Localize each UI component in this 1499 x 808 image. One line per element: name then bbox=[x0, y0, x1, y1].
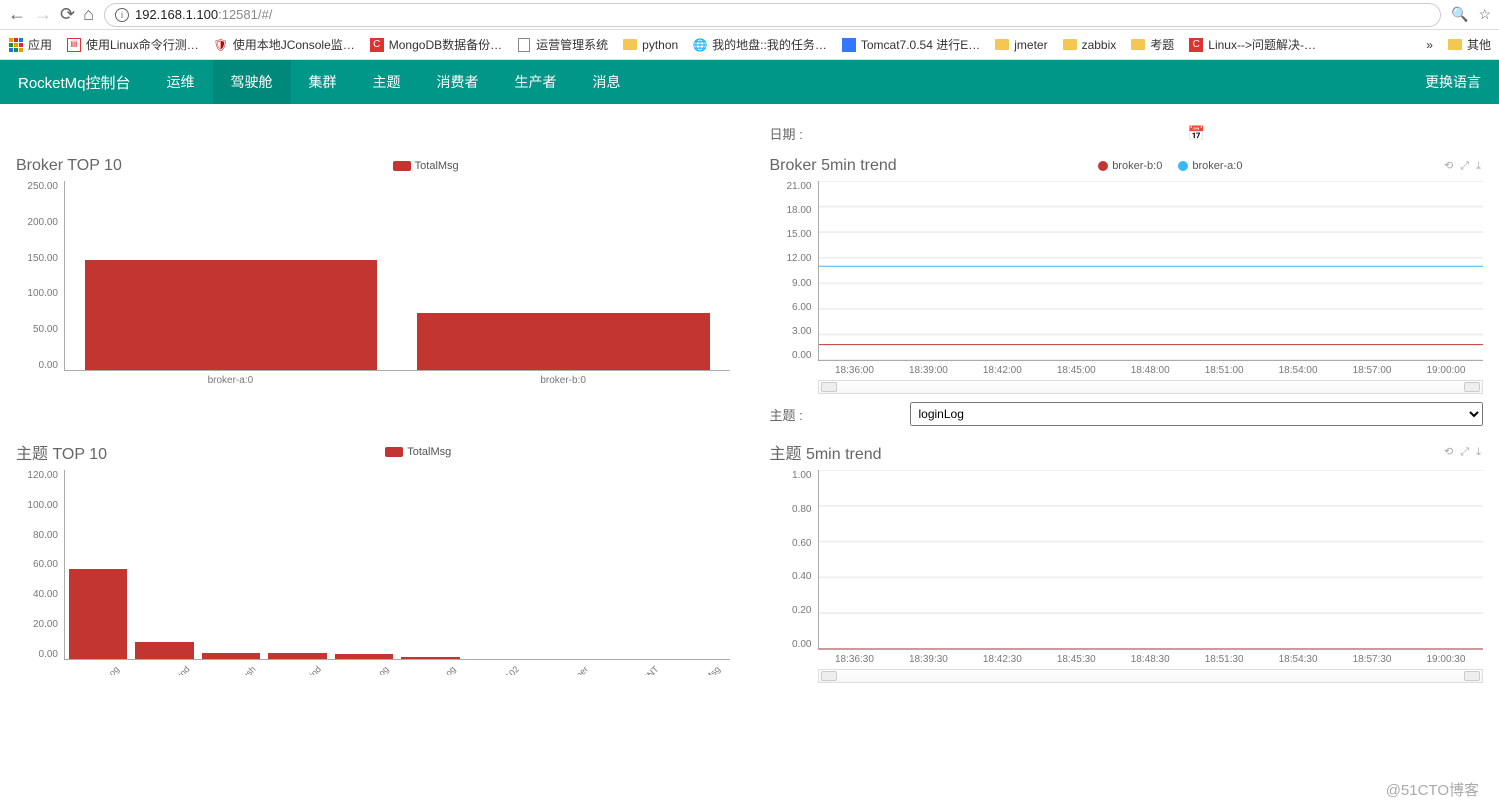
chart-tools[interactable]: ⟲ ⤢ ⤓ bbox=[1444, 445, 1483, 459]
nav-item-5[interactable]: 生产者 bbox=[497, 60, 575, 104]
bookmark-item[interactable]: zabbix bbox=[1062, 36, 1117, 53]
date-label: 日期 : bbox=[770, 124, 910, 143]
bookmark-item[interactable]: 运营管理系统 bbox=[516, 36, 608, 53]
address-bar[interactable]: i 192.168.1.100:12581/#/ bbox=[104, 3, 1441, 27]
lang-switch[interactable]: 更换语言 bbox=[1407, 60, 1499, 104]
nav-back-icon[interactable]: ← bbox=[8, 4, 26, 25]
other-bookmarks[interactable]: 其他 bbox=[1447, 36, 1491, 53]
bookmark-icon bbox=[622, 37, 638, 53]
bar[interactable] bbox=[335, 654, 393, 659]
bar[interactable] bbox=[202, 653, 260, 659]
panel-title: 主题 TOP 10 bbox=[16, 440, 107, 464]
panel-topic-trend: 主题 5min trend ⟲ ⤢ ⤓ 1.000.800.600.400.20… bbox=[770, 440, 1484, 687]
bookmark-icon: C bbox=[369, 37, 385, 53]
bar[interactable] bbox=[268, 653, 326, 659]
nav-home-icon[interactable]: ⌂ bbox=[83, 4, 94, 25]
bookmark-icon: C bbox=[1188, 37, 1204, 53]
bookmark-icon bbox=[516, 37, 532, 53]
panel-broker-trend: Broker 5min trend broker-b:0 broker-a:0 … bbox=[770, 157, 1484, 426]
nav-reload-icon[interactable]: ⟳ bbox=[60, 4, 75, 25]
url-rest: :12581/#/ bbox=[218, 7, 272, 22]
nav-item-4[interactable]: 消费者 bbox=[419, 60, 497, 104]
nav-item-3[interactable]: 主题 bbox=[355, 60, 419, 104]
app-brand: RocketMq控制台 bbox=[0, 72, 149, 93]
url-host: 192.168.1.100 bbox=[135, 7, 218, 22]
time-scrubber[interactable] bbox=[818, 380, 1484, 394]
panel-title: Broker TOP 10 bbox=[16, 157, 122, 175]
bar[interactable] bbox=[85, 260, 377, 370]
app-nav: RocketMq控制台 运维驾驶舱集群主题消费者生产者消息 更换语言 bbox=[0, 60, 1499, 104]
watermark: @51CTO博客 bbox=[1386, 779, 1479, 800]
bookmark-icon: 🌐 bbox=[692, 37, 708, 53]
bar[interactable] bbox=[417, 313, 709, 370]
apps-button[interactable]: 应用 bbox=[8, 36, 52, 53]
bar[interactable] bbox=[135, 642, 193, 659]
time-scrubber[interactable] bbox=[818, 669, 1484, 683]
panel-title: 主题 5min trend bbox=[770, 440, 882, 464]
bookmark-icon bbox=[1062, 37, 1078, 53]
bookmark-item[interactable]: CMongoDB数据备份… bbox=[369, 36, 502, 53]
bookmark-icon bbox=[1130, 37, 1146, 53]
bookmarks-more[interactable]: » bbox=[1426, 38, 1433, 52]
chart-tools[interactable]: ⟲ ⤢ ⤓ bbox=[1444, 159, 1483, 173]
bookmark-item[interactable]: 考题 bbox=[1130, 36, 1174, 53]
bookmark-item[interactable]: jmeter bbox=[994, 36, 1047, 53]
bookmark-icon bbox=[841, 37, 857, 53]
panel-broker-top: Broker TOP 10 TotalMsg 250.00200.00150.0… bbox=[16, 157, 730, 426]
topic-select-label: 主题 : bbox=[770, 405, 910, 424]
nav-item-6[interactable]: 消息 bbox=[575, 60, 639, 104]
bookmarks-bar: 应用 ▤使用Linux命令行测… 🛡使用本地JConsole监… CMongoDB数… bbox=[0, 30, 1499, 60]
bookmark-item[interactable]: 🌐我的地盘::我的任务… bbox=[692, 36, 827, 53]
nav-item-1[interactable]: 驾驶舱 bbox=[213, 60, 291, 104]
bar[interactable] bbox=[401, 657, 459, 659]
bar[interactable] bbox=[69, 569, 127, 659]
bookmark-item[interactable]: Tomcat7.0.54 进行E… bbox=[841, 36, 980, 53]
nav-item-2[interactable]: 集群 bbox=[291, 60, 355, 104]
bookmark-star-icon[interactable]: ☆ bbox=[1478, 6, 1491, 23]
nav-fwd-icon[interactable]: → bbox=[34, 4, 52, 25]
folder-icon bbox=[1448, 39, 1462, 50]
search-icon[interactable]: 🔍 bbox=[1451, 6, 1468, 23]
nav-item-0[interactable]: 运维 bbox=[149, 60, 213, 104]
bookmark-item[interactable]: python bbox=[622, 36, 678, 53]
topic-select[interactable]: loginLog bbox=[910, 402, 1484, 426]
bookmark-icon bbox=[994, 37, 1010, 53]
bookmark-item[interactable]: ▤使用Linux命令行测… bbox=[66, 36, 199, 53]
panel-title: Broker 5min trend bbox=[770, 157, 897, 175]
calendar-icon[interactable]: 📅 bbox=[1188, 125, 1205, 142]
bookmark-item[interactable]: CLinux-->问题解决-… bbox=[1188, 36, 1316, 53]
site-info-icon[interactable]: i bbox=[115, 8, 129, 22]
bookmark-item[interactable]: 🛡使用本地JConsole监… bbox=[213, 36, 355, 53]
panel-topic-top: 主题 TOP 10 TotalMsg 120.00100.0080.0060.0… bbox=[16, 440, 730, 687]
bookmark-icon: 🛡 bbox=[213, 37, 229, 53]
bookmark-icon: ▤ bbox=[66, 37, 82, 53]
apps-icon bbox=[8, 37, 24, 53]
